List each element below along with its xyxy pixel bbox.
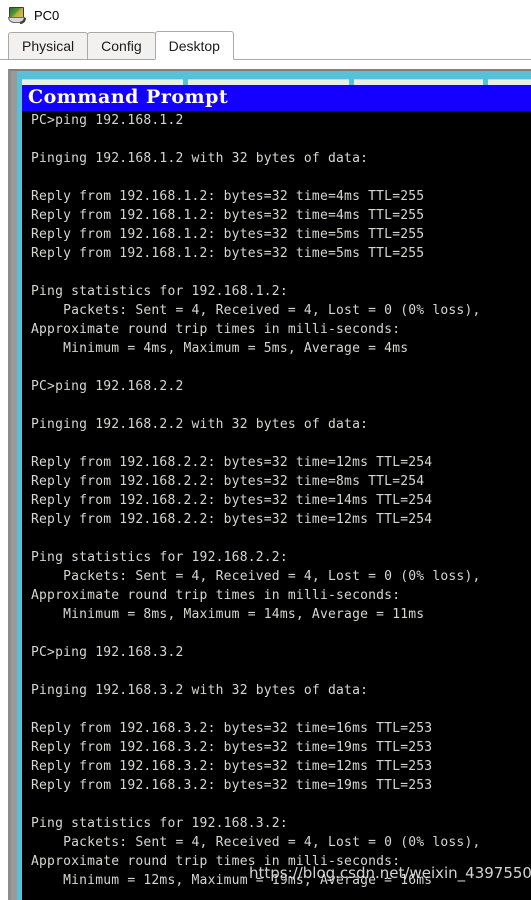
terminal-line: Reply from 192.168.3.2: bytes=32 time=12… [31,759,433,774]
terminal-line: Reply from 192.168.2.2: bytes=32 time=8m… [31,474,425,489]
terminal-output[interactable]: PC>ping 192.168.1.2 Pinging 192.168.1.2 w… [22,111,531,900]
terminal-line: Reply from 192.168.1.2: bytes=32 time=5m… [31,246,425,261]
terminal-line: Reply from 192.168.3.2: bytes=32 time=16… [31,721,433,736]
tab-config[interactable]: Config [87,32,156,59]
terminal-top-strip [17,71,531,85]
desktop-panel: Command Prompt PC>ping 192.168.1.2 Pingin… [0,61,531,900]
command-prompt-caption: Command Prompt [22,85,531,111]
terminal-line: Ping statistics for 192.168.1.2: [31,284,288,299]
terminal-line: Pinging 192.168.1.2 with 32 bytes of dat… [31,151,369,166]
terminal-line: Reply from 192.168.1.2: bytes=32 time=4m… [31,208,425,223]
pc-cable-shape [20,18,26,24]
csdn-watermark: https://blog.csdn.net/weixin_43975504 [249,864,531,882]
terminal-line: Pinging 192.168.3.2 with 32 bytes of dat… [31,683,369,698]
terminal-line: Reply from 192.168.1.2: bytes=32 time=4m… [31,189,425,204]
terminal-line: Ping statistics for 192.168.3.2: [31,816,288,831]
terminal-line: Reply from 192.168.3.2: bytes=32 time=19… [31,778,433,793]
terminal-line: Approximate round trip times in milli-se… [31,588,401,603]
terminal-line: Reply from 192.168.3.2: bytes=32 time=19… [31,740,433,755]
terminal-line: Reply from 192.168.2.2: bytes=32 time=12… [31,455,433,470]
terminal-line: PC>ping 192.168.2.2 [31,379,184,394]
device-tabstrip: Physical Config Desktop [0,30,531,60]
command-prompt-title: Command Prompt [28,86,229,108]
terminal-line: Reply from 192.168.1.2: bytes=32 time=5m… [31,227,425,242]
terminal-line: Reply from 192.168.2.2: bytes=32 time=14… [31,493,433,508]
terminal-line: PC>ping 192.168.3.2 [31,645,184,660]
terminal-line: Pinging 192.168.2.2 with 32 bytes of dat… [31,417,369,432]
terminal-line: Approximate round trip times in milli-se… [31,322,401,337]
terminal-line: Reply from 192.168.2.2: bytes=32 time=12… [31,512,433,527]
tab-physical[interactable]: Physical [8,32,89,59]
terminal-line: Minimum = 4ms, Maximum = 5ms, Average = … [31,341,409,356]
window-title: PC0 [34,7,60,23]
window-titlebar: PC0 [0,0,531,30]
terminal-left-rail [17,71,22,900]
terminal-line: Ping statistics for 192.168.2.2: [31,550,288,565]
terminal-line: PC>ping 192.168.1.2 [31,113,184,128]
tab-desktop[interactable]: Desktop [154,31,234,60]
terminal-window: Command Prompt PC>ping 192.168.1.2 Pingin… [17,71,531,900]
terminal-line: Packets: Sent = 4, Received = 4, Lost = … [31,569,481,584]
terminal-line: Packets: Sent = 4, Received = 4, Lost = … [31,303,481,318]
pc-device-icon [6,5,28,25]
terminal-window-frame: Command Prompt PC>ping 192.168.1.2 Pingin… [8,69,531,900]
terminal-line: Packets: Sent = 4, Received = 4, Lost = … [31,835,481,850]
terminal-line: Minimum = 8ms, Maximum = 14ms, Average =… [31,607,425,622]
